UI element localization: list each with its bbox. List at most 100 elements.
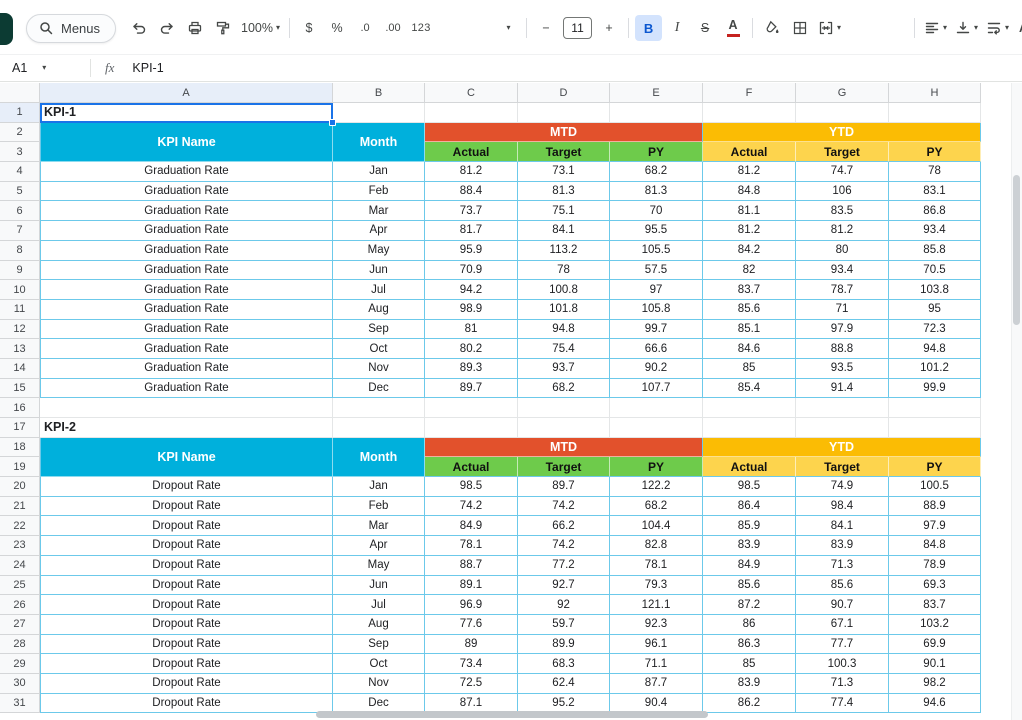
cell-E28[interactable]: 96.1 [610,635,703,655]
cell-D30[interactable]: 62.4 [518,674,610,694]
cell-E23[interactable]: 82.8 [610,536,703,556]
cell-F16[interactable] [703,398,796,418]
print-button[interactable] [182,15,208,41]
cell-G21[interactable]: 98.4 [796,497,889,517]
row-header-12[interactable]: 12 [0,320,40,340]
currency-format-button[interactable]: $ [296,15,322,41]
cell-A7[interactable]: Graduation Rate [40,221,333,241]
cell-A28[interactable]: Dropout Rate [40,635,333,655]
table-2-subheader-mtd-py[interactable]: PY [610,457,703,477]
cell-G24[interactable]: 71.3 [796,556,889,576]
cell-G23[interactable]: 83.9 [796,536,889,556]
cell-B11[interactable]: Aug [333,300,425,320]
cell-C26[interactable]: 96.9 [425,595,518,615]
cell-H22[interactable]: 97.9 [889,516,981,536]
cell-D8[interactable]: 113.2 [518,241,610,261]
cell-F14[interactable]: 85 [703,359,796,379]
cell-H23[interactable]: 84.8 [889,536,981,556]
cell-F10[interactable]: 83.7 [703,280,796,300]
undo-button[interactable] [126,15,152,41]
cell-A1[interactable]: KPI-1 [40,103,333,123]
cell-B8[interactable]: May [333,241,425,261]
cell-H5[interactable]: 83.1 [889,182,981,202]
cell-E8[interactable]: 105.5 [610,241,703,261]
cell-H11[interactable]: 95 [889,300,981,320]
cell-G16[interactable] [796,398,889,418]
table-1-header-kpi-name[interactable]: KPI Name [40,123,333,162]
cell-H20[interactable]: 100.5 [889,477,981,497]
table-2-subheader-ytd-actual[interactable]: Actual [703,457,796,477]
cell-B15[interactable]: Dec [333,379,425,399]
cell-F24[interactable]: 84.9 [703,556,796,576]
column-header-H[interactable]: H [889,83,981,103]
cell-F8[interactable]: 84.2 [703,241,796,261]
menus-button[interactable]: Menus [26,14,116,43]
cell-H30[interactable]: 98.2 [889,674,981,694]
cell-G27[interactable]: 67.1 [796,615,889,635]
cell-C11[interactable]: 98.9 [425,300,518,320]
cell-C20[interactable]: 98.5 [425,477,518,497]
cell-D20[interactable]: 89.7 [518,477,610,497]
cell-E11[interactable]: 105.8 [610,300,703,320]
paint-format-button[interactable] [210,15,236,41]
cell-C29[interactable]: 73.4 [425,654,518,674]
row-header-16[interactable]: 16 [0,398,40,418]
font-family-dropdown[interactable]: ▾ [494,15,520,41]
column-header-E[interactable]: E [610,83,703,103]
cell-A5[interactable]: Graduation Rate [40,182,333,202]
fill-handle[interactable] [329,119,336,126]
row-header-11[interactable]: 11 [0,300,40,320]
cell-D12[interactable]: 94.8 [518,320,610,340]
cell-A20[interactable]: Dropout Rate [40,477,333,497]
cell-D28[interactable]: 89.9 [518,635,610,655]
cell-A4[interactable]: Graduation Rate [40,162,333,182]
table-2-header-mtd[interactable]: MTD [425,438,703,458]
table-1-subheader-ytd-target[interactable]: Target [796,142,889,162]
cell-A29[interactable]: Dropout Rate [40,654,333,674]
cell-G17[interactable] [796,418,889,438]
cell-C8[interactable]: 95.9 [425,241,518,261]
row-header-23[interactable]: 23 [0,536,40,556]
cell-H27[interactable]: 103.2 [889,615,981,635]
percent-format-button[interactable]: % [324,15,350,41]
cell-B6[interactable]: Mar [333,201,425,221]
name-box[interactable]: A1 ▾ [0,61,90,75]
table-2-header-month[interactable]: Month [333,438,425,477]
row-header-6[interactable]: 6 [0,201,40,221]
cell-F26[interactable]: 87.2 [703,595,796,615]
cell-B28[interactable]: Sep [333,635,425,655]
table-1-subheader-mtd-py[interactable]: PY [610,142,703,162]
row-header-2[interactable]: 2 [0,123,40,143]
cell-F22[interactable]: 85.9 [703,516,796,536]
table-2-header-kpi-name[interactable]: KPI Name [40,438,333,477]
borders-button[interactable] [787,15,813,41]
cell-A12[interactable]: Graduation Rate [40,320,333,340]
italic-button[interactable]: I [664,15,690,41]
cell-H25[interactable]: 69.3 [889,576,981,596]
cell-H8[interactable]: 85.8 [889,241,981,261]
cell-F21[interactable]: 86.4 [703,497,796,517]
row-header-1[interactable]: 1 [0,103,40,123]
cell-A21[interactable]: Dropout Rate [40,497,333,517]
cell-F31[interactable]: 86.2 [703,694,796,714]
column-header-G[interactable]: G [796,83,889,103]
cell-A8[interactable]: Graduation Rate [40,241,333,261]
row-header-25[interactable]: 25 [0,576,40,596]
cell-A16[interactable] [40,398,333,418]
cell-H28[interactable]: 69.9 [889,635,981,655]
cell-C5[interactable]: 88.4 [425,182,518,202]
cell-D13[interactable]: 75.4 [518,339,610,359]
cell-D16[interactable] [518,398,610,418]
column-header-B[interactable]: B [333,83,425,103]
cell-D5[interactable]: 81.3 [518,182,610,202]
cell-C10[interactable]: 94.2 [425,280,518,300]
cell-E13[interactable]: 66.6 [610,339,703,359]
cell-H10[interactable]: 103.8 [889,280,981,300]
cell-D29[interactable]: 68.3 [518,654,610,674]
cell-H13[interactable]: 94.8 [889,339,981,359]
cell-E21[interactable]: 68.2 [610,497,703,517]
cell-D17[interactable] [518,418,610,438]
cell-G4[interactable]: 74.7 [796,162,889,182]
cell-D7[interactable]: 84.1 [518,221,610,241]
cell-E20[interactable]: 122.2 [610,477,703,497]
